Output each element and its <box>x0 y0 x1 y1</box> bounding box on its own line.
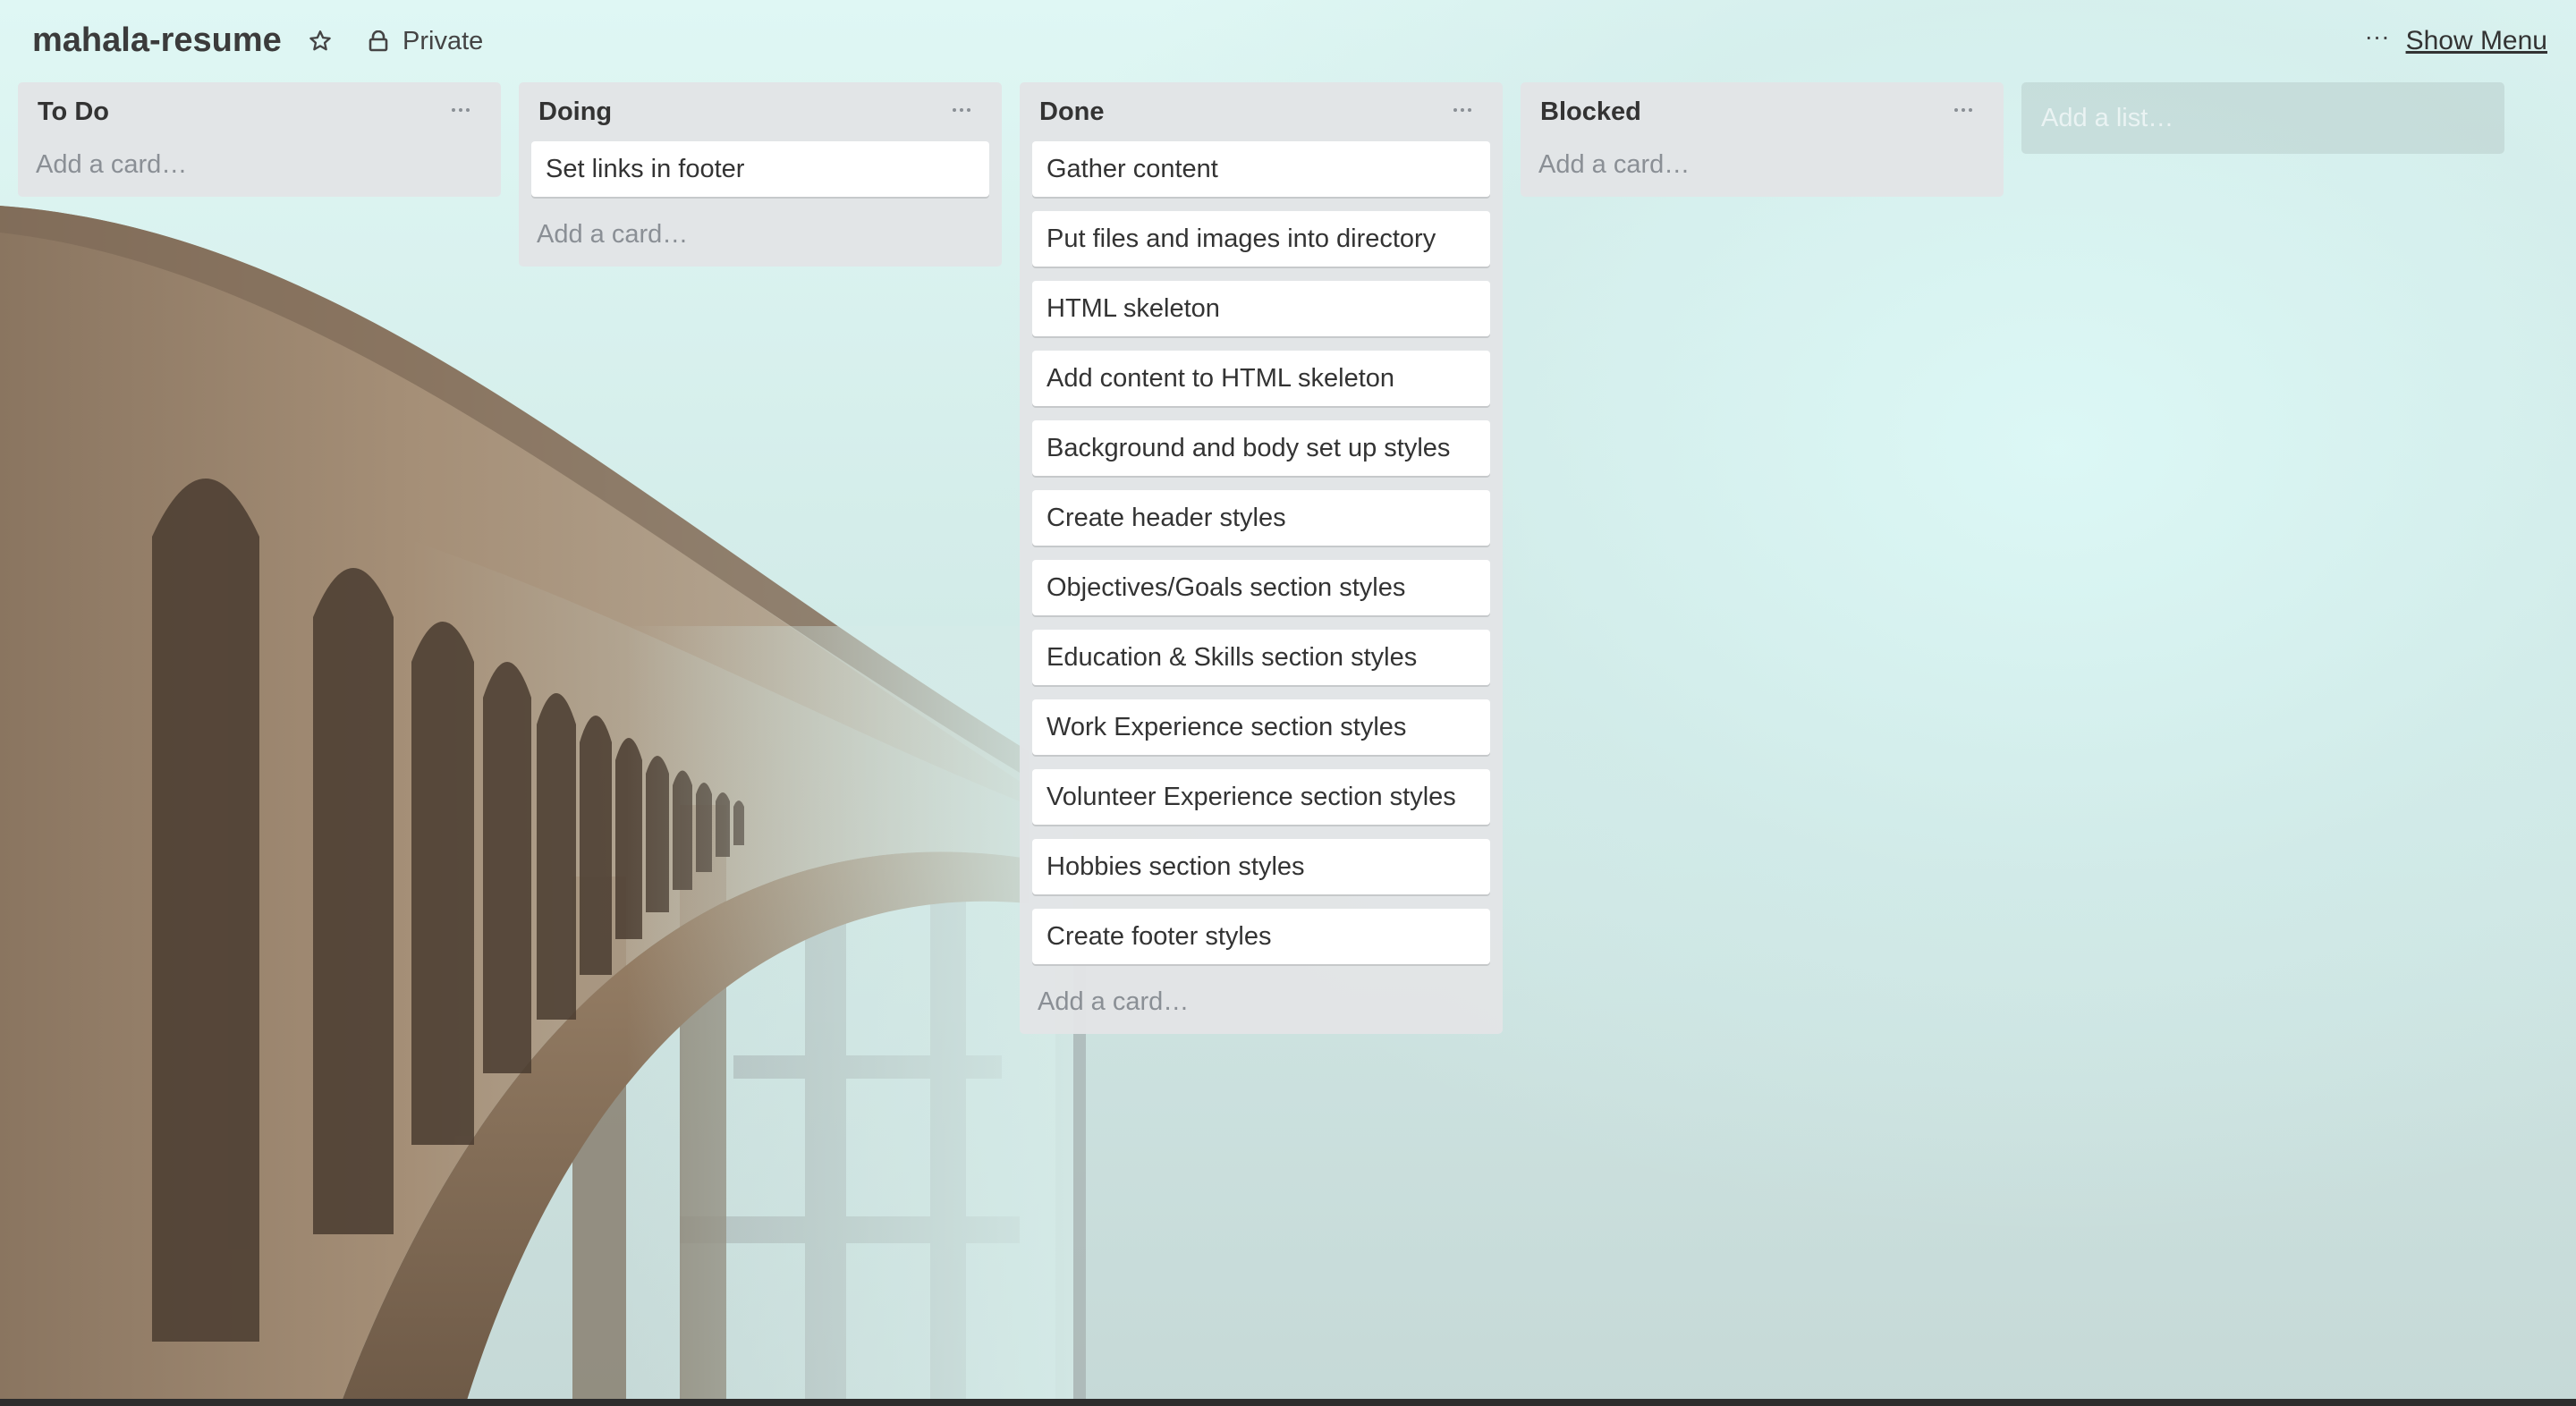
list-title[interactable]: Done <box>1039 97 1105 127</box>
card[interactable]: Gather content <box>1032 141 1490 197</box>
add-card-button[interactable]: Add a card… <box>1032 978 1490 1025</box>
list-menu-icon[interactable] <box>1449 97 1476 123</box>
lock-icon <box>367 29 390 54</box>
list-title[interactable]: Blocked <box>1540 97 1641 127</box>
list-menu-icon[interactable] <box>948 97 975 123</box>
board-visibility-button[interactable]: Private <box>367 23 483 59</box>
list-blocked: Blocked Add a card… <box>1521 82 2004 197</box>
board-lists: To Do Add a card… Doing Set links in foo… <box>18 82 2504 1034</box>
list-to-do: To Do Add a card… <box>18 82 501 197</box>
add-list-button[interactable]: Add a list… <box>2021 82 2504 154</box>
list-header: Done <box>1032 82 1490 141</box>
add-card-button[interactable]: Add a card… <box>531 211 989 258</box>
visibility-label: Private <box>402 26 484 55</box>
board-title[interactable]: mahala-resume <box>32 20 282 61</box>
list-header: Doing <box>531 82 989 141</box>
list-header: Blocked <box>1533 82 1991 141</box>
show-menu-button[interactable]: ··· Show Menu <box>2365 23 2547 59</box>
card[interactable]: Put files and images into directory <box>1032 211 1490 267</box>
star-outline-icon <box>309 30 331 51</box>
list-doing: Doing Set links in footer Add a card… <box>519 82 1002 267</box>
card[interactable]: Add content to HTML skeleton <box>1032 351 1490 406</box>
card-list: Set links in footer <box>531 141 989 197</box>
ellipsis-icon: ··· <box>2364 22 2390 50</box>
list-menu-icon[interactable] <box>447 97 474 123</box>
list-menu-icon[interactable] <box>1950 97 1977 123</box>
card[interactable]: Set links in footer <box>531 141 989 197</box>
card[interactable]: Hobbies section styles <box>1032 839 1490 894</box>
card[interactable]: Create footer styles <box>1032 909 1490 964</box>
list-done: Done Gather content Put files and images… <box>1020 82 1503 1034</box>
card[interactable]: HTML skeleton <box>1032 281 1490 336</box>
card[interactable]: Education & Skills section styles <box>1032 630 1490 685</box>
add-card-button[interactable]: Add a card… <box>1533 141 1991 188</box>
card[interactable]: Volunteer Experience section styles <box>1032 769 1490 825</box>
card[interactable]: Objectives/Goals section styles <box>1032 560 1490 615</box>
card-list: Gather content Put files and images into… <box>1032 141 1490 964</box>
list-header: To Do <box>30 82 488 141</box>
list-title[interactable]: To Do <box>38 97 109 127</box>
show-menu-link[interactable]: Show Menu <box>2406 26 2547 56</box>
list-title[interactable]: Doing <box>538 97 612 127</box>
card[interactable]: Background and body set up styles <box>1032 420 1490 476</box>
bottom-edge <box>0 1399 2576 1406</box>
card[interactable]: Work Experience section styles <box>1032 699 1490 755</box>
star-board-button[interactable] <box>304 25 336 57</box>
card[interactable]: Create header styles <box>1032 490 1490 546</box>
board-header: mahala-resume Private ··· Show Menu <box>0 0 2576 82</box>
add-card-button[interactable]: Add a card… <box>30 141 488 188</box>
